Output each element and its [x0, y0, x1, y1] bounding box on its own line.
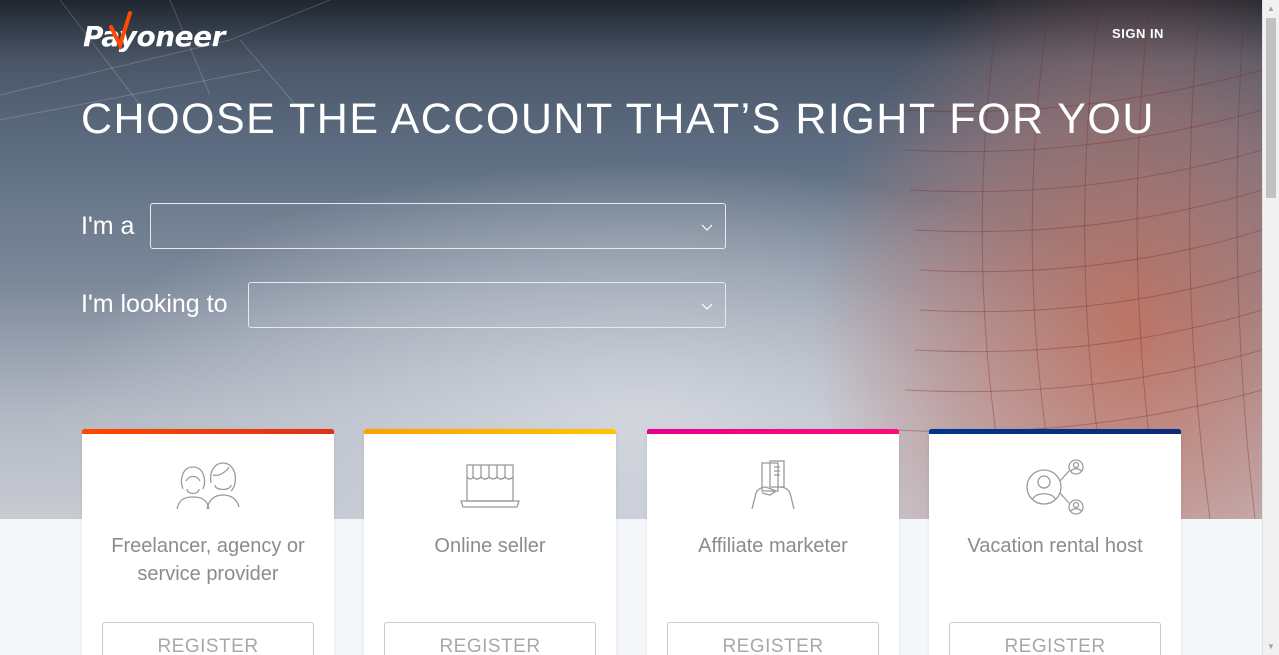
card-title: Vacation rental host [967, 535, 1143, 557]
hand-holding-phone-icon [647, 459, 899, 511]
sign-in-link[interactable]: SIGN IN [1096, 26, 1180, 41]
account-card-vacation-rental[interactable]: Vacation rental host REGISTER [929, 429, 1181, 655]
account-card-online-seller[interactable]: Online seller REGISTER [364, 429, 616, 655]
looking-to-label: I'm looking to [81, 290, 228, 318]
page-scrollbar[interactable]: ▲ ▼ [1262, 0, 1279, 655]
card-title: Online seller [434, 535, 546, 557]
scrollbar-thumb[interactable] [1266, 18, 1276, 198]
register-affiliate-button[interactable]: REGISTER [667, 622, 879, 655]
payoneer-logo[interactable]: Payoneer [83, 11, 225, 59]
card-accent-bar [647, 429, 899, 434]
logo-y-mark-icon [109, 11, 132, 51]
im-a-select[interactable] [150, 203, 726, 249]
scroll-down-arrow-icon[interactable]: ▼ [1263, 638, 1279, 655]
storefront-laptop-icon [364, 459, 616, 511]
page-title: CHOOSE THE ACCOUNT THAT’S RIGHT FOR YOU [81, 95, 1155, 143]
network-users-icon [929, 459, 1181, 515]
im-a-label: I'm a [81, 212, 135, 240]
chevron-down-icon [701, 224, 713, 231]
chevron-down-icon [701, 303, 713, 310]
register-freelancer-button[interactable]: REGISTER [102, 622, 314, 655]
register-vacation-rental-button[interactable]: REGISTER [949, 622, 1161, 655]
logo-wordmark: Payoneer [83, 19, 225, 53]
card-accent-bar [82, 429, 334, 434]
freelancer-people-icon [82, 459, 334, 511]
looking-to-select[interactable] [248, 282, 726, 328]
card-title: Affiliate marketer [698, 535, 848, 557]
card-accent-bar [929, 429, 1181, 434]
account-card-freelancer[interactable]: Freelancer, agency or service provider R… [82, 429, 334, 655]
account-card-affiliate[interactable]: Affiliate marketer REGISTER [647, 429, 899, 655]
register-online-seller-button[interactable]: REGISTER [384, 622, 596, 655]
card-title: Freelancer, agency or service provider [111, 535, 305, 585]
page: Payoneer SIGN IN CHOOSE THE ACCOUNT THAT… [0, 0, 1279, 655]
scroll-up-arrow-icon[interactable]: ▲ [1263, 0, 1279, 17]
card-accent-bar [364, 429, 616, 434]
